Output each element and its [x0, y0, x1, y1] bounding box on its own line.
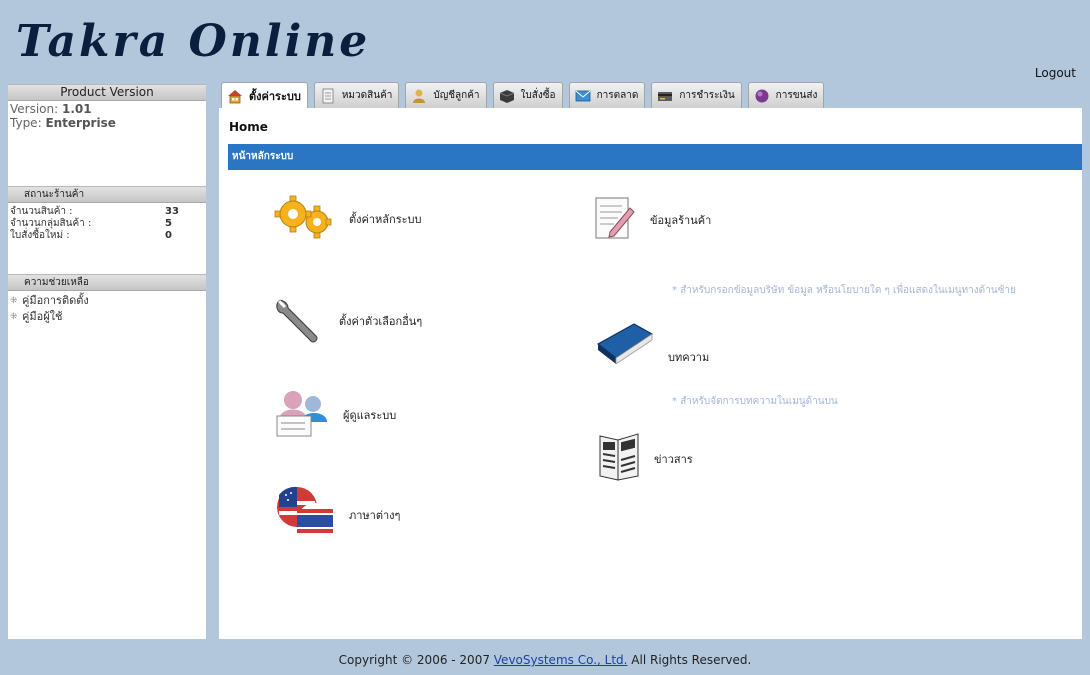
tab-payment[interactable]: การชำระเงิน	[651, 82, 742, 108]
menu-item-label: ผู้ดูแลระบบ	[343, 408, 397, 422]
menu-item-label: ภาษาต่างๆ	[349, 508, 401, 522]
payment-icon	[657, 88, 673, 104]
type-label: Type:	[10, 116, 42, 130]
sidebar: Product Version Version: 1.01 Type: Ente…	[8, 84, 206, 639]
home-icon	[227, 88, 243, 104]
stat-label: จำนวนกลุ่มสินค้า :	[10, 218, 92, 229]
menu-item-store-info[interactable]: ข้อมูลร้านค้า	[592, 194, 711, 245]
app-logo: Takra Online	[16, 16, 371, 67]
stat-label: ใบสั่งซื้อใหม่ :	[10, 230, 70, 241]
tab-orders[interactable]: ใบสั่งซื้อ	[492, 82, 563, 108]
product-version-heading: Product Version	[8, 84, 206, 101]
tab-system-settings[interactable]: ตั้งค่าระบบ	[221, 82, 308, 109]
footer-copyright: Copyright © 2006 - 2007	[338, 653, 494, 667]
tab-shipping[interactable]: การขนส่ง	[747, 82, 825, 108]
stat-label: จำนวนสินค้า :	[10, 206, 73, 217]
stat-row: จำนวนสินค้า : 33	[8, 206, 206, 218]
type-value: Enterprise	[45, 116, 116, 130]
menu-item-label: บทความ	[668, 350, 710, 364]
menu-item-languages[interactable]: ภาษาต่างๆ	[275, 485, 400, 544]
store-status-heading: สถานะร้านค้า	[8, 186, 206, 203]
menu-item-label: ข่าวสาร	[654, 452, 693, 466]
user-account-icon	[411, 88, 427, 104]
menu-item-label: ตั้งค่าหลักระบบ	[349, 212, 422, 226]
menu-item-administrators[interactable]: ผู้ดูแลระบบ	[271, 386, 396, 443]
main-tabs: ตั้งค่าระบบ หมวดสินค้า บัญชีลูกค้า ใบสั่…	[221, 82, 830, 109]
stat-value: 33	[165, 206, 179, 217]
help-link-label: คู่มือการติดตั้ง	[22, 294, 89, 307]
stat-value: 0	[165, 230, 172, 241]
document-edit-icon	[592, 194, 638, 245]
help-link-install-guide[interactable]: ⁜ คู่มือการติดตั้ง	[8, 293, 206, 309]
menu-item-label: ข้อมูลร้านค้า	[650, 213, 712, 227]
tab-label: การตลาด	[596, 90, 639, 101]
shipping-icon	[754, 88, 770, 104]
language-flags-icon	[275, 485, 337, 544]
stat-row: ใบสั่งซื้อใหม่ : 0	[8, 230, 206, 242]
tab-customer-accounts[interactable]: บัญชีลูกค้า	[405, 82, 487, 108]
stat-row: จำนวนกลุ่มสินค้า : 5	[8, 218, 206, 230]
mail-icon	[575, 88, 591, 104]
footer-company-link[interactable]: VevoSystems Co., Ltd.	[494, 653, 628, 667]
tab-label: การขนส่ง	[775, 90, 818, 101]
tab-marketing[interactable]: การตลาด	[568, 82, 646, 108]
version-label: Version:	[10, 102, 59, 116]
breadcrumb: Home	[229, 120, 268, 134]
wrench-icon	[271, 291, 327, 350]
section-title: หน้าหลักระบบ	[228, 144, 1082, 170]
menu-item-label: ตั้งค่าตัวเลือกอื่นๆ	[339, 314, 423, 328]
document-icon	[320, 88, 336, 104]
logout-link[interactable]: Logout	[1035, 66, 1076, 80]
menu-item-articles[interactable]: บทความ	[594, 318, 709, 367]
tab-label: การชำระเงิน	[679, 90, 735, 101]
tab-label: หมวดสินค้า	[341, 90, 393, 101]
stat-value: 5	[165, 218, 172, 229]
menu-item-news[interactable]: ข่าวสาร	[598, 430, 693, 487]
tab-product-categories[interactable]: หมวดสินค้า	[313, 82, 400, 108]
admin-users-icon	[271, 386, 331, 443]
box-icon	[499, 88, 515, 104]
tab-label: ตั้งค่าระบบ	[249, 90, 301, 103]
book-icon	[594, 318, 656, 367]
gears-icon	[271, 194, 337, 243]
main-content: Home หน้าหลักระบบ ตั้งค่าหลักระบบ ตั้งค่…	[219, 108, 1082, 639]
help-heading: ความช่วยเหลือ	[8, 274, 206, 291]
articles-note: * สำหรับจัดการบทความในเมนูด้านบน	[672, 396, 838, 407]
tab-label: ใบสั่งซื้อ	[520, 90, 556, 101]
store-info-note: * สำหรับกรอกข้อมูลบริษัท ข้อมูล หรือนโยบ…	[672, 285, 1016, 296]
newspaper-icon	[598, 430, 640, 487]
help-link-label: คู่มือผู้ใช้	[22, 310, 63, 323]
tab-label: บัญชีลูกค้า	[433, 90, 480, 101]
help-link-user-guide[interactable]: ⁜ คู่มือผู้ใช้	[8, 309, 206, 325]
footer: Copyright © 2006 - 2007 VevoSystems Co.,…	[0, 653, 1090, 667]
version-value: 1.01	[62, 102, 92, 116]
bullet-icon: ⁜	[10, 296, 18, 306]
footer-rights: All Rights Reserved.	[627, 653, 752, 667]
bullet-icon: ⁜	[10, 312, 18, 322]
menu-item-other-options[interactable]: ตั้งค่าตัวเลือกอื่นๆ	[271, 291, 422, 350]
menu-item-main-settings[interactable]: ตั้งค่าหลักระบบ	[271, 194, 421, 243]
version-info: Version: 1.01 Type: Enterprise	[8, 101, 206, 130]
